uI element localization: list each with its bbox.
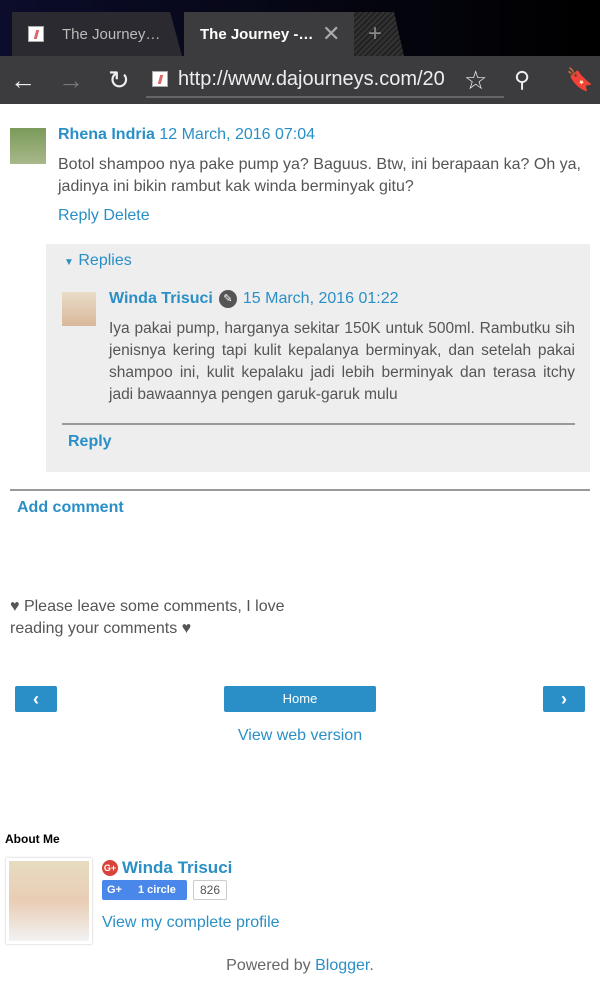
profile-name[interactable]: Winda Trisuci bbox=[122, 858, 232, 878]
reply-date[interactable]: 15 March, 2016 01:22 bbox=[243, 290, 399, 308]
comment-note: ♥ Please leave some comments, I love rea… bbox=[10, 596, 310, 640]
browser-toolbar: ← → ↻ http://www.dajourneys.com/20 ☆ ⚲ 🔖 bbox=[0, 56, 600, 104]
reload-icon[interactable]: ↻ bbox=[108, 64, 130, 96]
replies-box: ▼ Replies Winda Trisuci ✎ 15 March, 2016 0… bbox=[46, 244, 590, 472]
powered-by: Powered by Blogger. bbox=[0, 957, 600, 975]
powered-dot: . bbox=[369, 957, 374, 974]
about-heading: About Me bbox=[5, 832, 60, 846]
url-bar[interactable]: http://www.dajourneys.com/20 bbox=[146, 62, 504, 98]
forward-icon[interactable]: → bbox=[58, 64, 84, 96]
avatar[interactable] bbox=[62, 292, 96, 326]
favicon-icon bbox=[152, 71, 168, 87]
comment-author[interactable]: Rhena Indria bbox=[58, 126, 155, 143]
home-button[interactable]: Home bbox=[224, 686, 376, 712]
google-plus-icon: G+ bbox=[102, 860, 118, 876]
gplus-label: 1 circle bbox=[137, 884, 176, 896]
star-icon[interactable]: ☆ bbox=[464, 64, 487, 96]
url-text[interactable]: http://www.dajourneys.com/20 bbox=[178, 68, 445, 91]
gplus-follow-button[interactable]: G+ 1 circle bbox=[102, 880, 187, 900]
tab-2[interactable]: The Journey -… ✕ bbox=[184, 12, 354, 56]
comment-text: Botol shampoo nya pake pump ya? Baguus. … bbox=[58, 156, 581, 195]
gplus-icon: G+ bbox=[107, 884, 122, 896]
divider bbox=[10, 489, 590, 491]
tab-title: The Journey… bbox=[62, 25, 161, 43]
replies-toggle[interactable]: Replies bbox=[78, 252, 131, 269]
prev-button[interactable]: ‹ bbox=[15, 686, 57, 712]
reply-author[interactable]: Winda Trisuci bbox=[109, 290, 213, 308]
view-profile-link[interactable]: View my complete profile bbox=[102, 914, 280, 932]
add-comment-link[interactable]: Add comment bbox=[17, 499, 124, 517]
reply-link[interactable]: Reply bbox=[58, 207, 99, 224]
comment-date[interactable]: 12 March, 2016 07:04 bbox=[159, 126, 315, 143]
delete-link[interactable]: Delete bbox=[103, 207, 149, 224]
web-version-link[interactable]: View web version bbox=[0, 727, 600, 745]
blogger-link[interactable]: Blogger bbox=[315, 957, 369, 974]
bookmarks-icon[interactable]: 🔖 bbox=[566, 64, 593, 96]
close-tab-icon[interactable]: ✕ bbox=[322, 21, 340, 47]
pencil-icon: ✎ bbox=[218, 290, 237, 308]
favicon-icon bbox=[28, 26, 44, 42]
caret-down-icon[interactable]: ▼ bbox=[64, 257, 74, 268]
reply-text: Iya pakai pump, harganya sekitar 150K un… bbox=[109, 320, 575, 403]
gplus-count: 826 bbox=[193, 880, 227, 900]
tab-1[interactable]: The Journey… bbox=[12, 12, 182, 56]
heart-icon: ♥ bbox=[181, 620, 192, 637]
profile-photo[interactable] bbox=[6, 858, 92, 944]
heart-icon: ♥ bbox=[10, 598, 20, 615]
powered-text: Powered by bbox=[226, 957, 316, 974]
back-icon[interactable]: ← bbox=[10, 64, 36, 96]
divider bbox=[62, 423, 575, 425]
note-text: Please leave some comments, I love readi… bbox=[10, 598, 285, 637]
tab-title: The Journey -… bbox=[200, 25, 314, 43]
avatar[interactable] bbox=[10, 128, 46, 164]
thread-reply-link[interactable]: Reply bbox=[68, 433, 112, 451]
search-icon[interactable]: ⚲ bbox=[514, 64, 530, 96]
next-button[interactable]: › bbox=[543, 686, 585, 712]
